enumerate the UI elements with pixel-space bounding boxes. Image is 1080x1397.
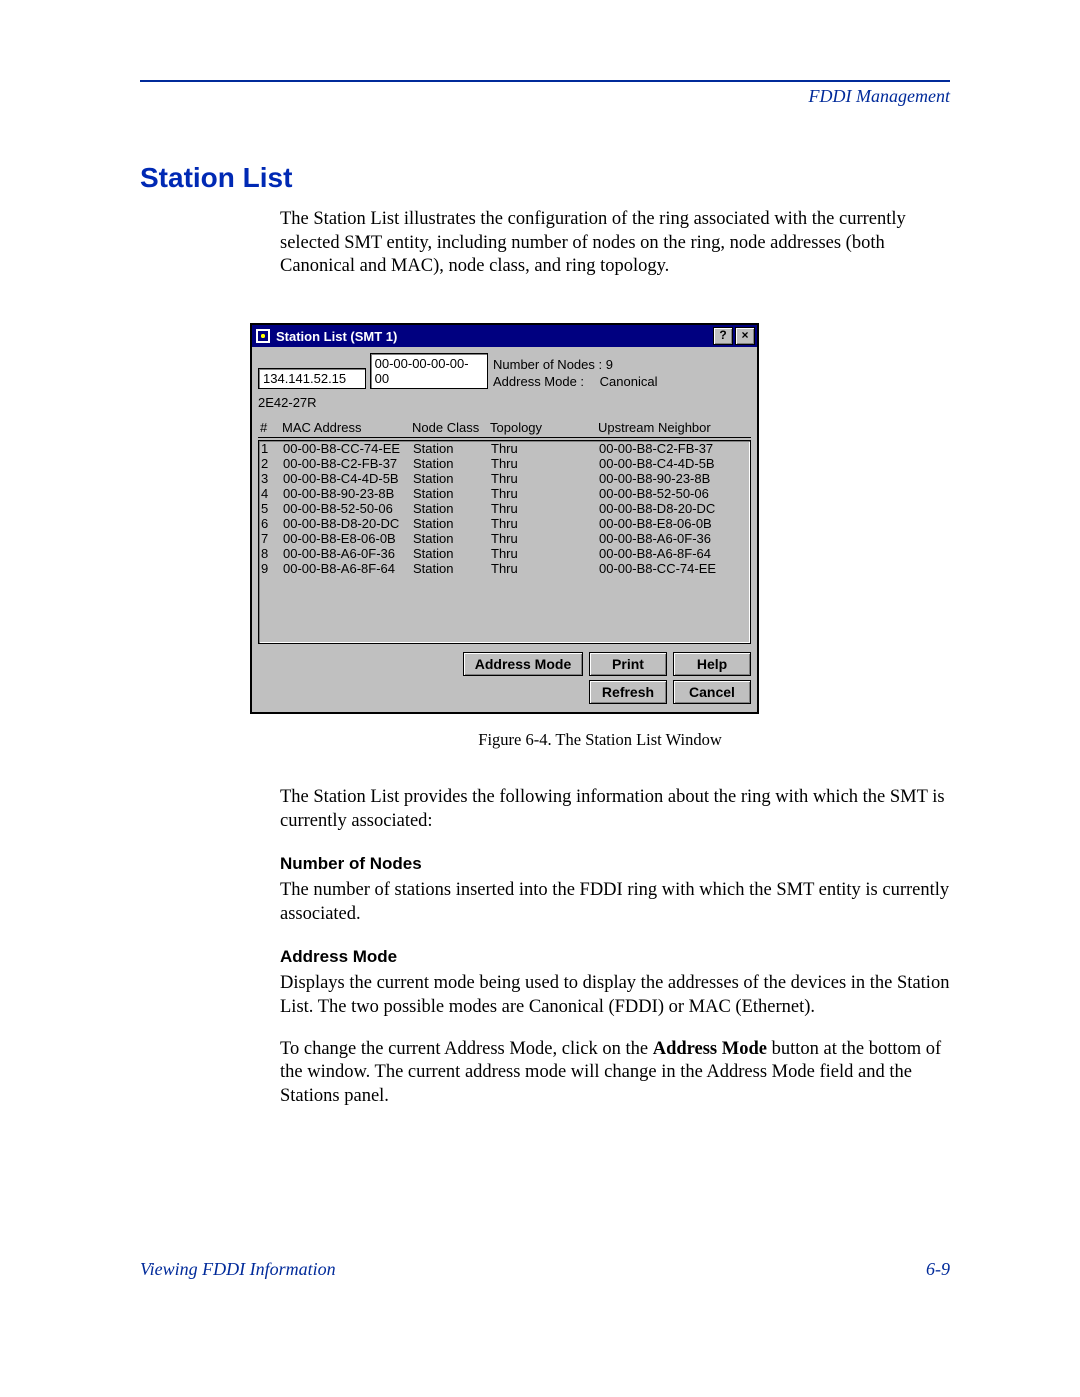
window-titlebar: Station List (SMT 1) ? × xyxy=(252,325,757,347)
refresh-button[interactable]: Refresh xyxy=(589,680,667,704)
address-mode-text: Displays the current mode being used to … xyxy=(280,972,950,1019)
device-name: 2E42-27R xyxy=(258,395,493,410)
table-row: 400-00-B8-90-23-8BStationThru00-00-B8-52… xyxy=(261,486,748,501)
table-row: 800-00-B8-A6-0F-36StationThru00-00-B8-A6… xyxy=(261,546,748,561)
address-mode-heading: Address Mode xyxy=(280,946,950,968)
col-topology: Topology xyxy=(490,420,598,435)
figure-caption: Figure 6-4. The Station List Window xyxy=(250,730,950,750)
station-table[interactable]: 100-00-B8-CC-74-EEStationThru00-00-B8-C2… xyxy=(258,440,751,644)
address-mode-text2: To change the current Address Mode, clic… xyxy=(280,1038,950,1109)
table-row: 900-00-B8-A6-8F-64StationThru00-00-B8-CC… xyxy=(261,561,748,576)
help-icon[interactable]: ? xyxy=(713,327,733,345)
station-list-window: Station List (SMT 1) ? × 134.141.52.15 0… xyxy=(250,323,759,714)
mac-field: 00-00-00-00-00-00 xyxy=(370,353,488,389)
window-title: Station List (SMT 1) xyxy=(276,329,711,344)
section-title: Station List xyxy=(140,162,950,194)
mode-label: Address Mode : xyxy=(493,374,584,389)
footer-page: 6-9 xyxy=(926,1259,950,1280)
address-mode-button[interactable]: Address Mode xyxy=(463,652,583,676)
col-upstream: Upstream Neighbor xyxy=(598,420,748,435)
help-button[interactable]: Help xyxy=(673,652,751,676)
col-class: Node Class xyxy=(412,420,490,435)
mode-value: Canonical xyxy=(600,374,658,389)
window-icon xyxy=(256,329,270,343)
table-header: # MAC Address Node Class Topology Upstre… xyxy=(258,416,751,438)
nodes-label: Number of Nodes : xyxy=(493,357,602,372)
table-row: 200-00-B8-C2-FB-37StationThru00-00-B8-C4… xyxy=(261,456,748,471)
header-breadcrumb: FDDI Management xyxy=(140,86,950,107)
table-row: 700-00-B8-E8-06-0BStationThru00-00-B8-A6… xyxy=(261,531,748,546)
cancel-button[interactable]: Cancel xyxy=(673,680,751,704)
table-row: 500-00-B8-52-50-06StationThru00-00-B8-D8… xyxy=(261,501,748,516)
num-nodes-text: The number of stations inserted into the… xyxy=(280,879,950,926)
col-mac: MAC Address xyxy=(282,420,412,435)
table-row: 100-00-B8-CC-74-EEStationThru00-00-B8-C2… xyxy=(261,441,748,456)
footer-left: Viewing FDDI Information xyxy=(140,1259,336,1280)
nodes-value: 9 xyxy=(606,357,613,372)
close-icon[interactable]: × xyxy=(735,327,755,345)
intro-paragraph: The Station List illustrates the configu… xyxy=(280,208,950,279)
table-row: 600-00-B8-D8-20-DCStationThru00-00-B8-E8… xyxy=(261,516,748,531)
after-figure-paragraph: The Station List provides the following … xyxy=(280,786,950,833)
header-divider xyxy=(140,80,950,82)
ip-field: 134.141.52.15 xyxy=(258,368,366,389)
num-nodes-heading: Number of Nodes xyxy=(280,853,950,875)
print-button[interactable]: Print xyxy=(589,652,667,676)
table-row: 300-00-B8-C4-4D-5BStationThru00-00-B8-90… xyxy=(261,471,748,486)
col-num: # xyxy=(260,420,282,435)
